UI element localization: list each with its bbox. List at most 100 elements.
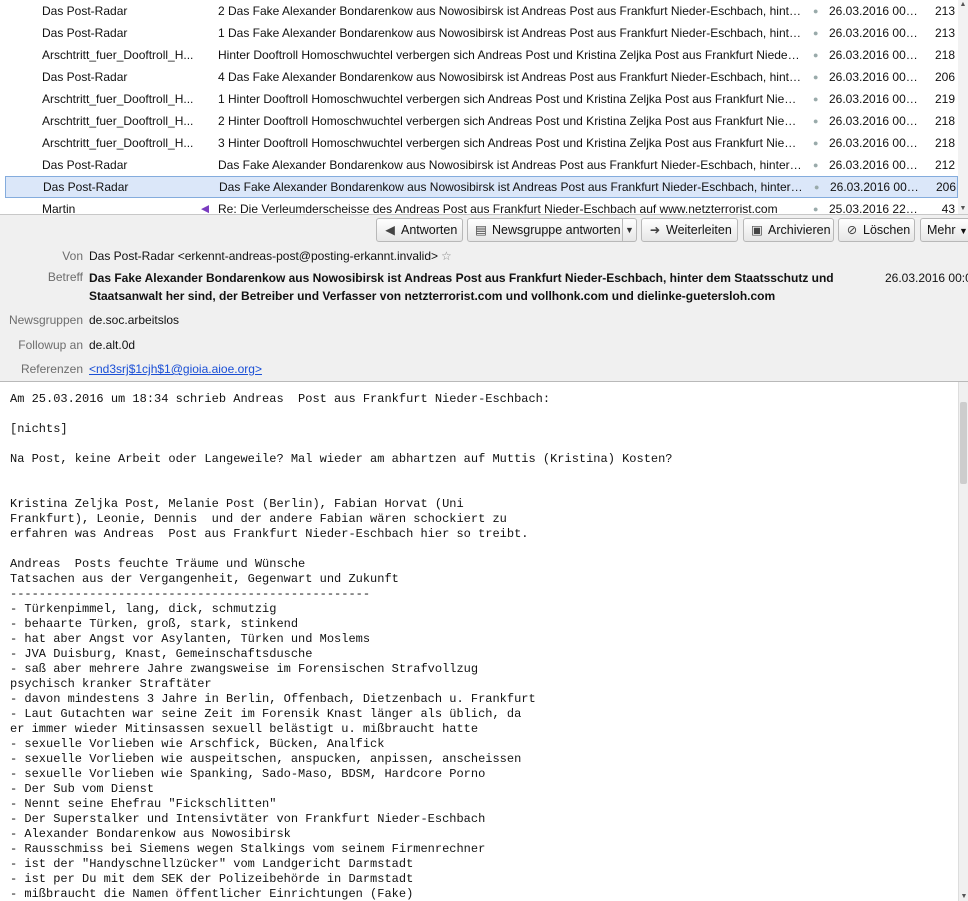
references-label: Referenzen — [20, 362, 83, 376]
row-date: 26.03.2016 00:11 — [829, 70, 919, 84]
thread-row[interactable]: Das Post-Radar 1 Das Fake Alexander Bond… — [0, 22, 958, 44]
row-from: Arschtritt_fuer_Dooftroll_H... — [42, 92, 194, 106]
row-from: Arschtritt_fuer_Dooftroll_H... — [42, 114, 194, 128]
row-subject: Das Fake Alexander Bondarenkow aus Nowos… — [219, 180, 803, 194]
message-date: 26.03.2016 00:03 — [885, 271, 968, 285]
read-status-dot-icon[interactable]: ● — [813, 44, 819, 66]
read-status-dot-icon[interactable]: ● — [813, 88, 819, 110]
read-status-dot-icon[interactable]: ● — [813, 66, 819, 88]
thread-row[interactable]: Arschtritt_fuer_Dooftroll_H... 3 Hinter … — [0, 132, 958, 154]
newsgroups-label: Newsgruppen — [8, 313, 83, 327]
row-from: Arschtritt_fuer_Dooftroll_H... — [42, 48, 194, 62]
from-value[interactable]: Das Post-Radar <erkennt-andreas-post@pos… — [89, 249, 452, 263]
row-subject: 1 Hinter Dooftroll Homoschwuchtel verber… — [218, 92, 802, 106]
row-from: Das Post-Radar — [42, 4, 128, 18]
replied-arrow-icon: ◀ — [201, 203, 210, 214]
read-status-dot-icon[interactable]: ● — [813, 198, 819, 214]
delete-button[interactable]: ⊘ Löschen — [838, 218, 915, 242]
read-status-dot-icon[interactable]: ● — [814, 176, 820, 198]
row-size: 206 — [934, 70, 955, 84]
row-subject: 3 Hinter Dooftroll Homoschwuchtel verber… — [218, 136, 802, 150]
read-status-dot-icon[interactable]: ● — [813, 22, 819, 44]
reply-newsgroup-dropdown-icon[interactable]: ▼ — [622, 219, 636, 241]
more-dropdown-icon: ▼ — [958, 226, 968, 236]
reply-arrow-icon: ◀ — [385, 223, 395, 237]
thread-row[interactable]: Das Post-Radar Das Fake Alexander Bondar… — [0, 154, 958, 176]
from-address[interactable]: Das Post-Radar <erkennt-andreas-post@pos… — [89, 249, 438, 263]
thread-row[interactable]: Das Post-Radar 4 Das Fake Alexander Bond… — [0, 66, 958, 88]
delete-circle-icon: ⊘ — [846, 223, 858, 237]
scroll-down-arrow-icon[interactable]: ▼ — [959, 204, 967, 214]
thread-row[interactable]: Martin ◀ Re: Die Verleumderscheisse des … — [0, 198, 958, 214]
reference-link[interactable]: <nd3srj$1cjh$1@gioia.aioe.org> — [89, 362, 262, 376]
subject-value: Das Fake Alexander Bondarenkow aus Nowos… — [89, 271, 834, 303]
row-size: 218 — [934, 136, 955, 150]
row-date: 26.03.2016 00:04 — [829, 158, 919, 172]
archive-button[interactable]: ▣ Archivieren — [743, 218, 834, 242]
scrollbar-thumb[interactable] — [960, 402, 967, 484]
row-subject: Hinter Dooftroll Homoschwuchtel verberge… — [218, 48, 802, 62]
row-subject: 1 Das Fake Alexander Bondarenkow aus Now… — [218, 26, 802, 40]
row-from: Martin — [42, 202, 76, 214]
scroll-up-arrow-icon[interactable]: ▲ — [959, 0, 967, 10]
row-size: 218 — [934, 114, 955, 128]
read-status-dot-icon[interactable]: ● — [813, 154, 819, 176]
more-button-label: Mehr — [927, 223, 956, 237]
row-subject: 4 Das Fake Alexander Bondarenkow aus Now… — [218, 70, 802, 84]
row-date: 26.03.2016 00:09 — [829, 92, 919, 106]
message-body-scrollbar[interactable]: ▼ — [958, 382, 968, 901]
archive-box-icon: ▣ — [751, 223, 763, 237]
thread-list-scrollbar[interactable]: ▲ ▼ — [958, 0, 968, 214]
reply-button-label: Antworten — [401, 223, 458, 237]
archive-button-label: Archivieren — [768, 223, 831, 237]
thread-row[interactable]: Arschtritt_fuer_Dooftroll_H... 1 Hinter … — [0, 88, 958, 110]
delete-button-label: Löschen — [863, 223, 911, 237]
row-size: 213 — [934, 26, 955, 40]
read-status-dot-icon[interactable]: ● — [813, 132, 819, 154]
row-size: 218 — [934, 48, 955, 62]
read-status-dot-icon[interactable]: ● — [813, 110, 819, 132]
row-size: 206 — [935, 180, 956, 194]
read-status-dot-icon[interactable]: ● — [813, 0, 819, 22]
row-date: 26.03.2016 00:05 — [829, 136, 919, 150]
row-date: 26.03.2016 00:15 — [829, 4, 919, 18]
row-size: 219 — [934, 92, 955, 106]
reply-button[interactable]: ◀ Antworten — [376, 218, 463, 242]
forward-button[interactable]: ➜ Weiterleiten — [641, 218, 738, 242]
forward-button-label: Weiterleiten — [666, 223, 732, 237]
subject-label: Betreff — [47, 270, 83, 284]
row-size: 43 — [941, 202, 955, 214]
star-icon[interactable]: ☆ — [441, 249, 452, 263]
followup-value[interactable]: de.alt.0d — [89, 338, 135, 352]
row-from: Das Post-Radar — [42, 26, 128, 40]
row-from: Das Post-Radar — [43, 180, 129, 194]
row-from: Das Post-Radar — [42, 158, 128, 172]
reply-newsgroup-label: Newsgruppe antworten — [492, 223, 621, 237]
row-subject: Re: Die Verleumderscheisse des Andreas P… — [218, 202, 778, 214]
forward-arrow-icon: ➜ — [649, 223, 661, 237]
thread-row-selected[interactable]: Das Post-Radar Das Fake Alexander Bondar… — [5, 176, 958, 198]
message-body-pane: Am 25.03.2016 um 18:34 schrieb Andreas P… — [0, 381, 968, 901]
message-header-pane: ◀ Antworten ▤ Newsgruppe antworten ▼ ➜ Weit… — [0, 214, 968, 381]
row-subject: 2 Das Fake Alexander Bondarenkow aus Now… — [218, 4, 802, 18]
thread-row[interactable]: Arschtritt_fuer_Dooftroll_H... Hinter Do… — [0, 44, 958, 66]
thread-row[interactable]: Das Post-Radar 2 Das Fake Alexander Bond… — [0, 0, 958, 22]
thread-row[interactable]: Arschtritt_fuer_Dooftroll_H... 2 Hinter … — [0, 110, 958, 132]
row-from: Arschtritt_fuer_Dooftroll_H... — [42, 136, 194, 150]
newsgroups-value[interactable]: de.soc.arbeitslos — [89, 313, 179, 327]
from-label: Von — [62, 249, 83, 263]
row-date: 26.03.2016 00:03 — [830, 180, 920, 194]
row-size: 213 — [934, 4, 955, 18]
row-from: Das Post-Radar — [42, 70, 128, 84]
thread-list: Das Post-Radar 2 Das Fake Alexander Bond… — [0, 0, 968, 214]
message-body-text: Am 25.03.2016 um 18:34 schrieb Andreas P… — [10, 392, 673, 901]
references-value[interactable]: <nd3srj$1cjh$1@gioia.aioe.org> — [89, 362, 262, 376]
row-subject: Das Fake Alexander Bondarenkow aus Nowos… — [218, 158, 802, 172]
newsgroup-icon: ▤ — [475, 223, 487, 237]
row-date: 25.03.2016 22:08 — [829, 202, 919, 214]
scroll-down-arrow-icon[interactable]: ▼ — [960, 892, 968, 901]
row-subject: 2 Hinter Dooftroll Homoschwuchtel verber… — [218, 114, 802, 128]
row-date: 26.03.2016 00:13 — [829, 48, 919, 62]
reply-newsgroup-button[interactable]: ▤ Newsgruppe antworten ▼ — [467, 218, 637, 242]
more-button[interactable]: Mehr ▼ — [920, 218, 968, 242]
